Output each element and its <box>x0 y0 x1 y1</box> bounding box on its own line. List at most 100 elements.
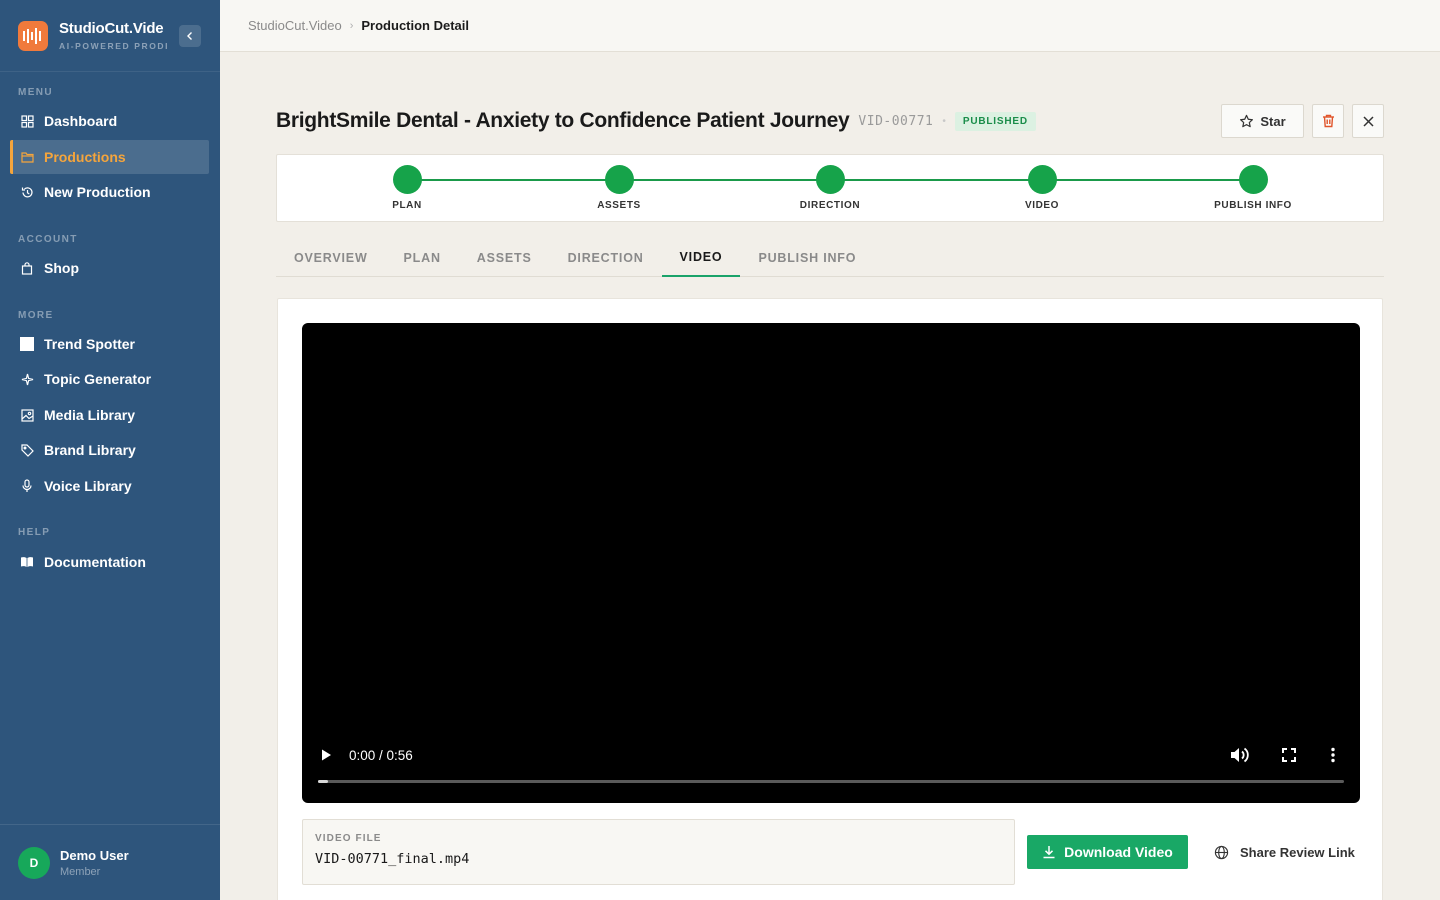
step-complete-dot <box>604 165 634 194</box>
sidebar-item-label: Dashboard <box>44 113 118 129</box>
video-player[interactable]: 0:00 / 0:56 <box>302 323 1360 803</box>
globe-icon <box>1214 845 1229 859</box>
video-progress-bar[interactable] <box>318 780 1344 783</box>
grid-icon <box>20 114 34 128</box>
image-icon <box>20 408 34 422</box>
close-icon <box>1362 115 1374 127</box>
user-name: Demo User <box>60 847 129 863</box>
user-info: Demo User Member <box>60 848 129 878</box>
video-file-field: VIDEO FILE VID-00771_final.mp4 <box>302 819 1015 885</box>
playback-time: 0:00 / 0:56 <box>349 747 413 763</box>
breadcrumb-current: Production Detail <box>361 18 470 33</box>
star-button-label: Star <box>1260 113 1286 129</box>
step-direction[interactable]: DIRECTION <box>770 165 890 211</box>
sidebar-item-shop[interactable]: Shop <box>10 251 209 285</box>
tab-publish-info[interactable]: PUBLISH INFO <box>740 238 874 277</box>
player-controls: 0:00 / 0:56 <box>302 741 1360 769</box>
sidebar-item-dashboard[interactable]: Dashboard <box>10 104 209 138</box>
more-options-icon[interactable] <box>1330 747 1336 763</box>
topbar: StudioCut.Video › Production Detail <box>220 0 1440 52</box>
section-label-account: ACCOUNT <box>18 234 78 245</box>
sidebar-item-label: Media Library <box>44 407 136 423</box>
dot-separator: • <box>942 115 946 127</box>
sidebar-item-label: Topic Generator <box>44 371 152 387</box>
share-review-link-button[interactable]: Share Review Link <box>1214 835 1355 869</box>
play-icon[interactable] <box>319 748 333 762</box>
download-video-button[interactable]: Download Video <box>1027 835 1188 869</box>
sidebar-item-brand-library[interactable]: Brand Library <box>10 433 209 467</box>
step-complete-dot <box>815 165 845 194</box>
video-file-label: VIDEO FILE <box>315 833 382 844</box>
title-row: BrightSmile Dental - Anxiety to Confiden… <box>276 104 1384 138</box>
step-plan[interactable]: PLAN <box>347 165 467 211</box>
book-icon <box>20 555 34 569</box>
section-label-more: MORE <box>18 310 54 321</box>
step-publish-info[interactable]: PUBLISH INFO <box>1193 165 1313 211</box>
tab-video[interactable]: VIDEO <box>661 238 741 277</box>
step-label: VIDEO <box>1024 200 1060 211</box>
tab-plan[interactable]: PLAN <box>386 238 459 277</box>
sidebar: StudioCut.Vide AI-POWERED PRODI MENU Das… <box>0 0 220 900</box>
section-label-menu: MENU <box>18 87 54 98</box>
chevron-left-icon <box>187 31 192 40</box>
sidebar-item-productions[interactable]: Productions <box>10 140 209 174</box>
app-tagline: AI-POWERED PRODI <box>59 41 169 51</box>
bag-icon <box>20 261 34 275</box>
step-label: DIRECTION <box>799 200 861 211</box>
tab-direction[interactable]: DIRECTION <box>550 238 662 277</box>
sidebar-item-topic-generator[interactable]: Topic Generator <box>10 362 209 396</box>
sidebar-item-voice-library[interactable]: Voice Library <box>10 469 209 503</box>
sidebar-item-label: Productions <box>44 149 126 165</box>
video-file-name: VID-00771_final.mp4 <box>315 851 470 867</box>
step-label: ASSETS <box>597 200 641 211</box>
mic-icon <box>20 479 34 493</box>
production-id: VID-00771 <box>858 113 934 129</box>
star-button[interactable]: Star <box>1221 104 1304 138</box>
sidebar-item-documentation[interactable]: Documentation <box>10 545 209 579</box>
tab-assets[interactable]: ASSETS <box>459 238 550 277</box>
sidebar-item-label: Trend Spotter <box>44 336 136 352</box>
trash-icon <box>1322 114 1334 128</box>
brand-text: StudioCut.Vide AI-POWERED PRODI <box>59 20 169 51</box>
download-video-label: Download Video <box>1064 844 1173 860</box>
volume-icon[interactable] <box>1229 746 1249 764</box>
breadcrumb: StudioCut.Video › Production Detail <box>248 18 469 33</box>
brand-header: StudioCut.Vide AI-POWERED PRODI <box>0 0 220 72</box>
close-button[interactable] <box>1352 104 1384 138</box>
share-review-link-label: Share Review Link <box>1240 844 1355 860</box>
video-progress-fill <box>318 780 329 783</box>
square-icon <box>20 337 34 351</box>
chevron-right-icon: › <box>349 19 354 32</box>
page-title: BrightSmile Dental - Anxiety to Confiden… <box>276 109 850 132</box>
sidebar-item-label: Voice Library <box>44 478 132 494</box>
download-icon <box>1043 846 1055 859</box>
tab-overview[interactable]: OVERVIEW <box>276 238 386 277</box>
step-assets[interactable]: ASSETS <box>559 165 679 211</box>
sidebar-item-label: Brand Library <box>44 442 136 458</box>
app-logo-icon[interactable] <box>18 20 48 51</box>
status-badge: PUBLISHED <box>954 111 1036 131</box>
tab-bar: OVERVIEW PLAN ASSETS DIRECTION VIDEO PUB… <box>276 238 1384 277</box>
history-icon <box>20 185 34 199</box>
breadcrumb-root-link[interactable]: StudioCut.Video <box>248 18 342 33</box>
progress-stepper: PLAN ASSETS DIRECTION VIDEO PUBLISH INFO <box>276 154 1384 222</box>
fullscreen-icon[interactable] <box>1281 747 1297 763</box>
step-complete-dot <box>392 165 422 194</box>
avatar: D <box>18 846 50 879</box>
step-label: PLAN <box>392 200 422 211</box>
step-video[interactable]: VIDEO <box>982 165 1102 211</box>
sidebar-item-new-production[interactable]: New Production <box>10 175 209 209</box>
title-actions: Star <box>1221 104 1384 138</box>
delete-button[interactable] <box>1312 104 1344 138</box>
collapse-sidebar-button[interactable] <box>179 24 201 47</box>
step-complete-dot <box>1238 165 1268 194</box>
star-icon <box>1240 114 1254 127</box>
user-profile[interactable]: D Demo User Member <box>0 824 220 900</box>
sidebar-item-label: New Production <box>44 184 151 200</box>
app-name: StudioCut.Vide <box>59 20 164 37</box>
sidebar-item-label: Documentation <box>44 554 146 570</box>
folder-icon <box>20 150 34 164</box>
sidebar-item-trend-spotter[interactable]: Trend Spotter <box>10 327 209 361</box>
sidebar-item-media-library[interactable]: Media Library <box>10 398 209 432</box>
step-label: PUBLISH INFO <box>1214 200 1292 211</box>
